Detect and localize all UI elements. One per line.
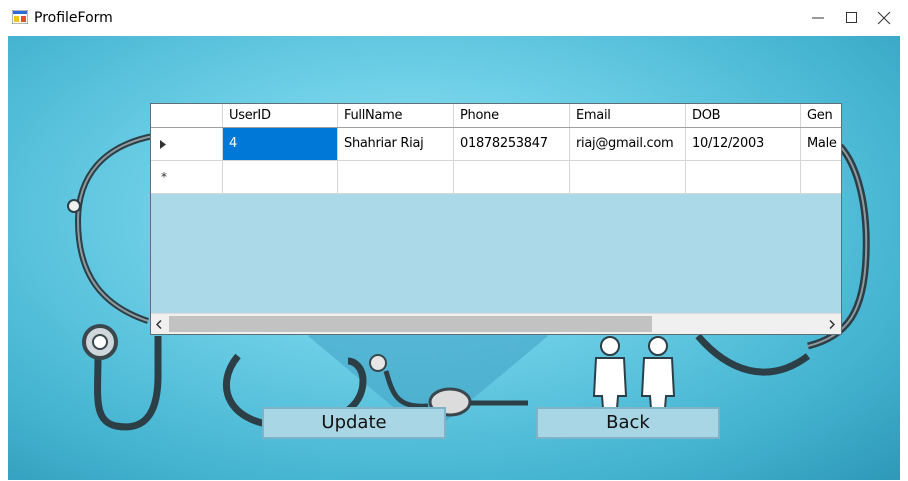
- horizontal-scrollbar[interactable]: [151, 313, 841, 334]
- update-button[interactable]: Update: [262, 407, 446, 439]
- profile-form-window: ProfileForm UserID FullName Phone Email …: [0, 0, 908, 481]
- column-header-dob[interactable]: DOB: [686, 104, 801, 127]
- maximize-icon: [846, 12, 857, 23]
- column-header-userid[interactable]: UserID: [223, 104, 338, 127]
- cell-gender-new[interactable]: [801, 161, 841, 193]
- cell-fullname[interactable]: Shahriar Riaj: [338, 128, 454, 160]
- cell-gender[interactable]: Male: [801, 128, 841, 160]
- scroll-left-button[interactable]: [151, 314, 168, 334]
- current-row-arrow-icon: [160, 140, 166, 149]
- cell-phone[interactable]: 01878253847: [454, 128, 570, 160]
- cell-userid[interactable]: 4: [223, 128, 338, 160]
- cell-fullname-new[interactable]: [338, 161, 454, 193]
- column-header-fullname[interactable]: FullName: [338, 104, 454, 127]
- row-header[interactable]: [151, 128, 223, 160]
- title-bar[interactable]: ProfileForm: [0, 0, 908, 36]
- header-corner[interactable]: [151, 104, 223, 127]
- chevron-right-icon: [829, 320, 835, 329]
- cell-userid-new[interactable]: [223, 161, 338, 193]
- column-header-email[interactable]: Email: [570, 104, 686, 127]
- close-icon: [877, 11, 891, 25]
- close-button[interactable]: [862, 0, 908, 36]
- row-header[interactable]: *: [151, 161, 223, 193]
- chevron-left-icon: [156, 320, 162, 329]
- column-header-phone[interactable]: Phone: [454, 104, 570, 127]
- scroll-right-button[interactable]: [824, 314, 841, 334]
- scroll-thumb[interactable]: [169, 316, 652, 332]
- back-button[interactable]: Back: [536, 407, 720, 439]
- cell-email-new[interactable]: [570, 161, 686, 193]
- cell-dob[interactable]: 10/12/2003: [686, 128, 801, 160]
- cell-phone-new[interactable]: [454, 161, 570, 193]
- new-row-marker: *: [161, 170, 167, 184]
- cell-dob-new[interactable]: [686, 161, 801, 193]
- app-icon: [11, 9, 29, 25]
- minimize-icon: [812, 17, 824, 19]
- table-row[interactable]: 4 Shahriar Riaj 01878253847 riaj@gmail.c…: [151, 128, 841, 161]
- window-title: ProfileForm: [34, 10, 113, 26]
- grid-header-row: UserID FullName Phone Email DOB Gen: [151, 104, 841, 128]
- form-client-area: UserID FullName Phone Email DOB Gen 4 Sh…: [8, 36, 900, 480]
- new-row[interactable]: *: [151, 161, 841, 194]
- cell-email[interactable]: riaj@gmail.com: [570, 128, 686, 160]
- profile-data-grid[interactable]: UserID FullName Phone Email DOB Gen 4 Sh…: [150, 103, 842, 335]
- column-header-gender[interactable]: Gen: [801, 104, 841, 127]
